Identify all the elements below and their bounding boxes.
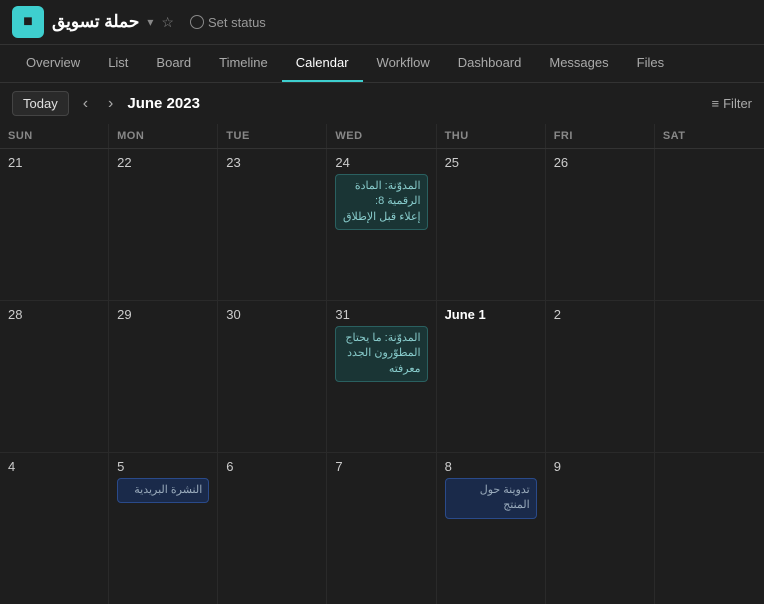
tab-list[interactable]: List: [94, 45, 142, 82]
cal-cell-june1: June 1: [437, 301, 546, 452]
day-number: 4: [8, 459, 100, 474]
filter-button[interactable]: ≡ Filter: [712, 96, 752, 111]
calendar-rows: 21 22 23 24 المدوّنة: المادة الرقمية 8:إ…: [0, 149, 764, 604]
event-blog-developers[interactable]: المدوّنة: ما يحتاجالمطوّرون الجدد معرفته: [335, 326, 427, 382]
day-header-wed: WED: [327, 124, 436, 148]
day-header-thu: THU: [437, 124, 546, 148]
day-number: 23: [226, 155, 318, 170]
day-header-tue: TUE: [218, 124, 327, 148]
day-number: 26: [554, 155, 646, 170]
day-number: 5: [117, 459, 209, 474]
day-number: 21: [8, 155, 100, 170]
cal-cell-21: 21: [0, 149, 109, 300]
cal-cell-27: [655, 149, 764, 300]
day-number: 30: [226, 307, 318, 322]
prev-month-button[interactable]: ‹: [77, 93, 94, 115]
tab-overview[interactable]: Overview: [12, 45, 94, 82]
day-headers: SUN MON TUE WED THU FRI SAT: [0, 124, 764, 149]
day-header-mon: MON: [109, 124, 218, 148]
filter-label: Filter: [723, 96, 752, 111]
month-title: June 2023: [127, 95, 200, 112]
tab-calendar[interactable]: Calendar: [282, 45, 363, 82]
cal-cell-3: [655, 301, 764, 452]
chevron-down-icon[interactable]: ▾: [147, 15, 153, 29]
set-status-label: Set status: [208, 15, 266, 30]
day-number: 7: [335, 459, 427, 474]
nav-tabs: Overview List Board Timeline Calendar Wo…: [0, 45, 764, 83]
day-number: June 1: [445, 307, 537, 322]
next-month-button[interactable]: ›: [102, 93, 119, 115]
cal-cell-28: 28: [0, 301, 109, 452]
cal-cell-23: 23: [218, 149, 327, 300]
tab-dashboard[interactable]: Dashboard: [444, 45, 536, 82]
calendar-week-1: 21 22 23 24 المدوّنة: المادة الرقمية 8:إ…: [0, 149, 764, 301]
day-header-fri: FRI: [546, 124, 655, 148]
tab-board[interactable]: Board: [142, 45, 205, 82]
cal-cell-26: 26: [546, 149, 655, 300]
set-status-button[interactable]: Set status: [190, 15, 266, 30]
day-number: 9: [554, 459, 646, 474]
app-icon: ■: [12, 6, 44, 38]
day-number: 28: [8, 307, 100, 322]
cal-cell-5: 5 النشرة البريدية: [109, 453, 218, 604]
cal-cell-24: 24 المدوّنة: المادة الرقمية 8:إعلاء قبل …: [327, 149, 436, 300]
calendar-week-3: 4 5 النشرة البريدية 6 7 8 تدوينة حول الم…: [0, 453, 764, 604]
day-number: 24: [335, 155, 427, 170]
day-header-sun: SUN: [0, 124, 109, 148]
event-blog-digital[interactable]: المدوّنة: المادة الرقمية 8:إعلاء قبل الإ…: [335, 174, 427, 230]
day-number: 8: [445, 459, 537, 474]
day-header-sat: SAT: [655, 124, 764, 148]
cal-cell-4: 4: [0, 453, 109, 604]
day-number: 2: [554, 307, 646, 322]
top-bar: ■ حملة تسويق ▾ ☆ Set status: [0, 0, 764, 45]
filter-icon: ≡: [712, 96, 720, 111]
cal-cell-29: 29: [109, 301, 218, 452]
calendar-week-2: 28 29 30 31 المدوّنة: ما يحتاجالمطوّرون …: [0, 301, 764, 453]
cal-cell-6: 6: [218, 453, 327, 604]
cal-cell-10: [655, 453, 764, 604]
star-icon[interactable]: ☆: [161, 14, 174, 31]
day-number: 6: [226, 459, 318, 474]
project-title: حملة تسويق: [52, 12, 139, 32]
status-circle-icon: [190, 15, 204, 29]
calendar-nav: Today ‹ › June 2023: [12, 91, 200, 116]
cal-cell-30: 30: [218, 301, 327, 452]
cal-cell-8: 8 تدوينة حول المنتج: [437, 453, 546, 604]
day-number: 29: [117, 307, 209, 322]
cal-cell-22: 22: [109, 149, 218, 300]
cal-cell-2: 2: [546, 301, 655, 452]
day-number: 25: [445, 155, 537, 170]
cal-cell-7: 7: [327, 453, 436, 604]
tab-timeline[interactable]: Timeline: [205, 45, 282, 82]
cal-cell-9: 9: [546, 453, 655, 604]
day-number: 22: [117, 155, 209, 170]
cal-cell-25: 25: [437, 149, 546, 300]
tab-workflow[interactable]: Workflow: [363, 45, 444, 82]
tab-files[interactable]: Files: [623, 45, 678, 82]
today-button[interactable]: Today: [12, 91, 69, 116]
day-number: 31: [335, 307, 427, 322]
calendar-header: Today ‹ › June 2023 ≡ Filter: [0, 83, 764, 124]
tab-messages[interactable]: Messages: [535, 45, 622, 82]
cal-cell-31: 31 المدوّنة: ما يحتاجالمطوّرون الجدد معر…: [327, 301, 436, 452]
calendar-grid: SUN MON TUE WED THU FRI SAT 21 22 23 24 …: [0, 124, 764, 604]
event-product-blog[interactable]: تدوينة حول المنتج: [445, 478, 537, 519]
event-newsletter[interactable]: النشرة البريدية: [117, 478, 209, 503]
